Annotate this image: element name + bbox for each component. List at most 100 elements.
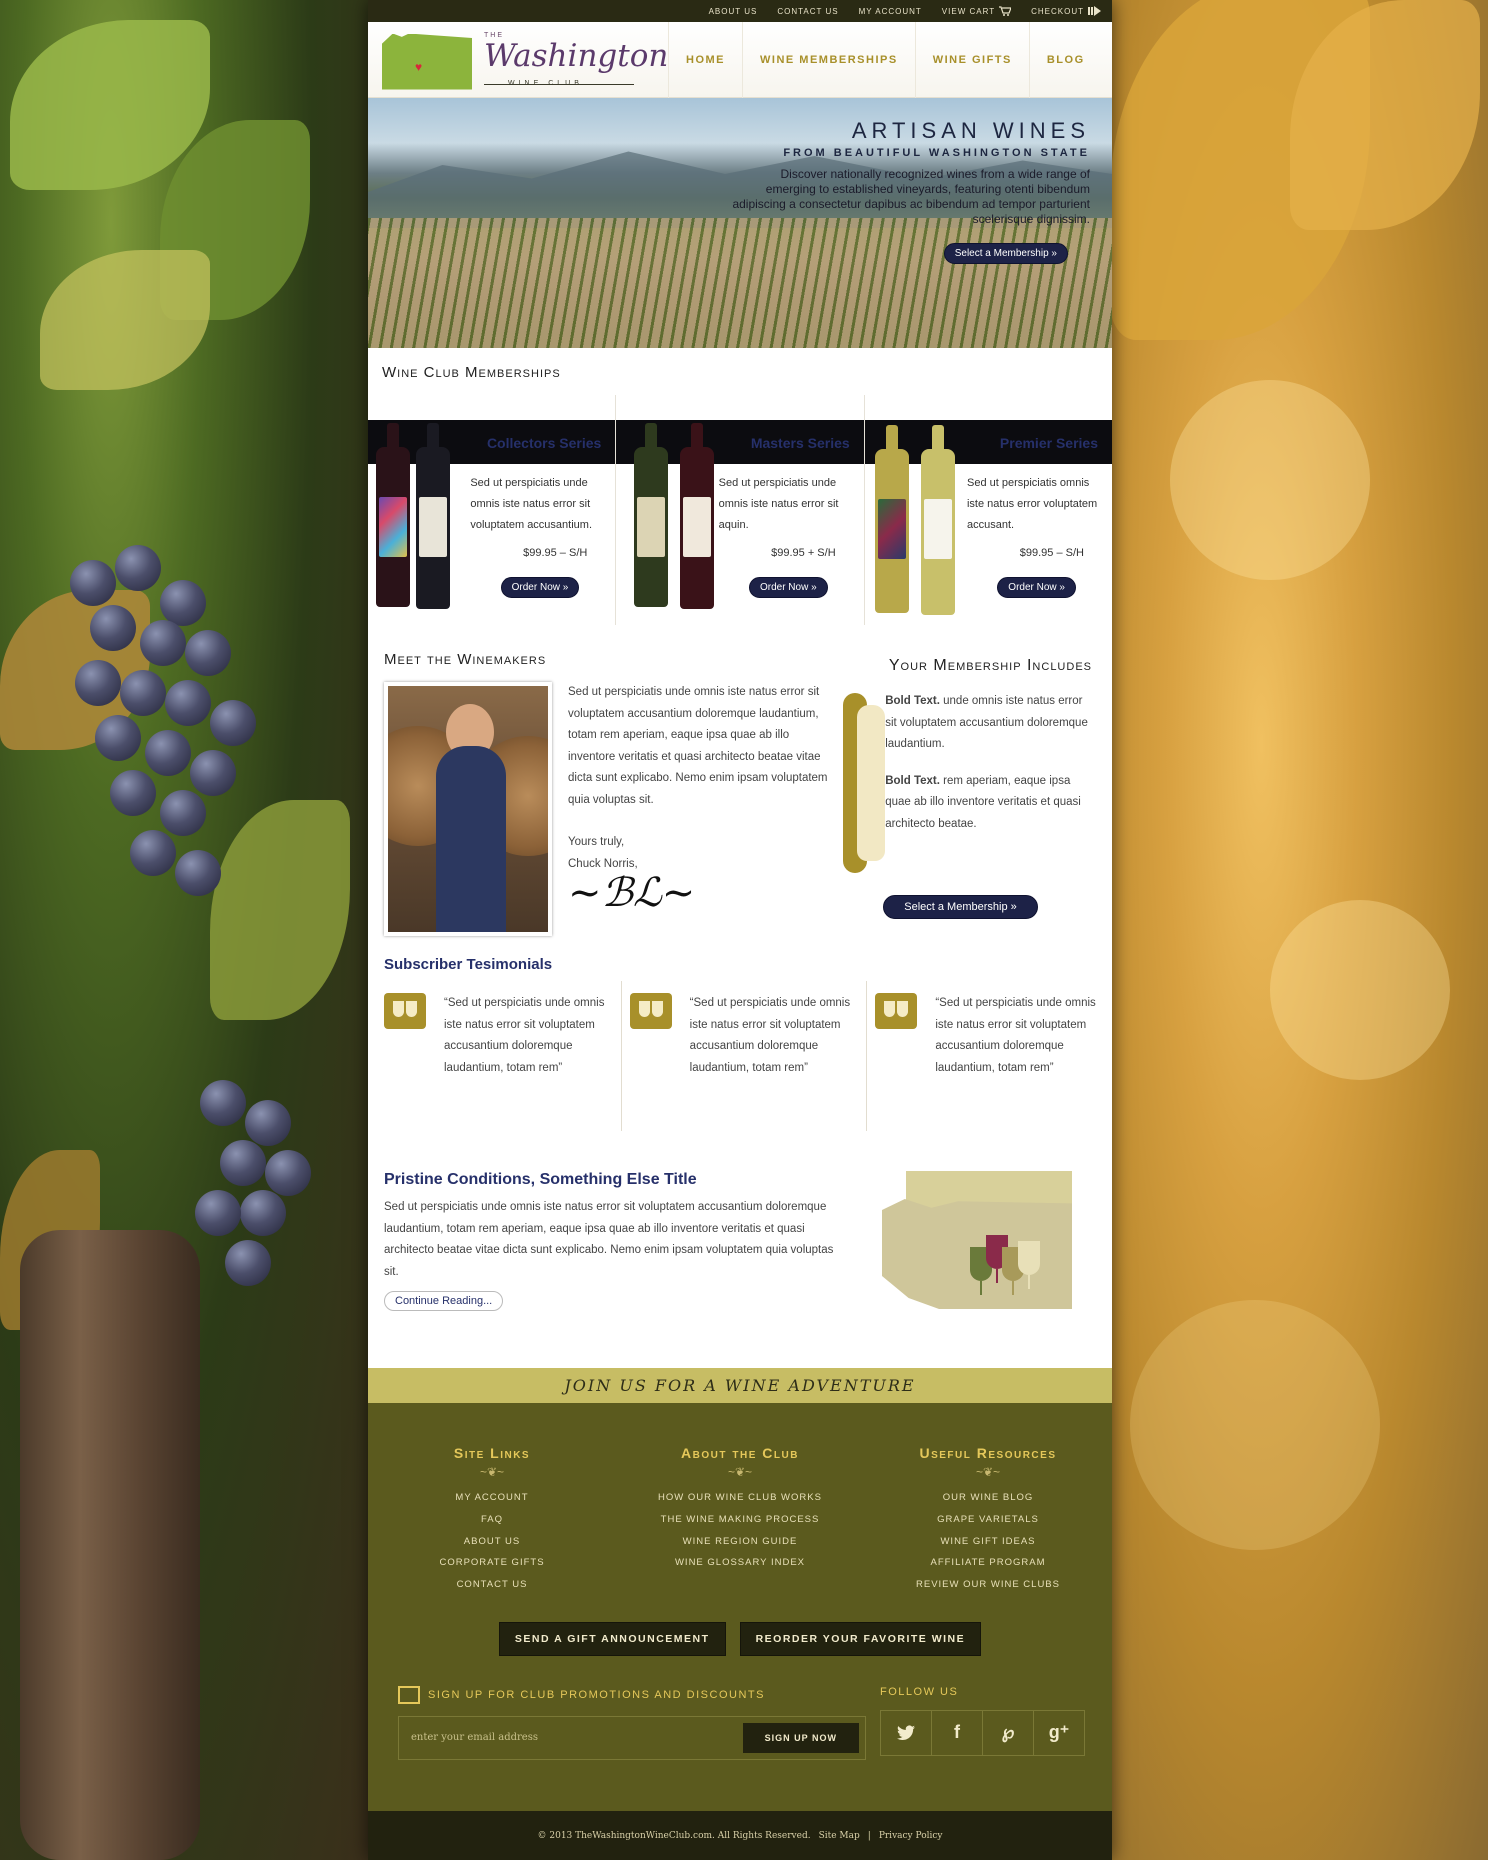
footer-link[interactable]: Corporate Gifts — [368, 1552, 616, 1574]
footer-link[interactable]: Wine Gift Ideas — [864, 1531, 1112, 1553]
nav-wine-gifts[interactable]: Wine Gifts — [914, 21, 1029, 98]
sign-up-button[interactable]: Sign Up Now — [742, 1722, 859, 1753]
pinterest-icon[interactable]: ℘ — [983, 1710, 1034, 1755]
my-account-link[interactable]: My Account — [859, 7, 922, 16]
includes-item-bold: Bold Text. — [885, 774, 940, 787]
copyright-text: © 2013 TheWashingtonWineClub.com. All Ri… — [537, 1830, 811, 1841]
wine-bottle-image — [634, 423, 669, 607]
footer-col-useful-resources: Useful Resources ~❦~ Our Wine Blog Grape… — [864, 1445, 1112, 1596]
cart-icon — [999, 6, 1012, 16]
checkout-link[interactable]: Checkout — [1031, 6, 1102, 16]
memberships-section: Wine Club Memberships Collectors Series … — [368, 348, 1112, 625]
includes-item-bold: Bold Text. — [885, 695, 940, 707]
copyright-bar: © 2013 TheWashingtonWineClub.com. All Ri… — [368, 1811, 1112, 1860]
logo-name: Washington — [484, 37, 669, 74]
google-plus-icon[interactable]: g⁺ — [1034, 1711, 1084, 1755]
email-input[interactable] — [411, 1732, 743, 1744]
signup-label: Sign up for club promotions and discount… — [398, 1685, 866, 1704]
continue-reading-button[interactable]: Continue Reading... — [384, 1291, 504, 1311]
footer-link[interactable]: Wine Glossary Index — [616, 1552, 864, 1574]
footer-col-site-links: Site Links ~❦~ My Account FAQ About Us C… — [368, 1445, 616, 1596]
wine-bottle-image — [416, 423, 450, 609]
winemakers-closing: Yours truly, — [568, 836, 625, 848]
footer-link[interactable]: The Wine Making Process — [616, 1509, 864, 1531]
ornament-icon: ~❦~ — [479, 1465, 505, 1479]
footer-link[interactable]: Contact Us — [368, 1574, 616, 1596]
page-container: About Us Contact Us My Account View Cart… — [368, 0, 1112, 1860]
card-price: $99.95 + S/H — [771, 547, 836, 559]
membership-card-masters: Masters Series Sed ut perspiciatis unde … — [616, 395, 865, 625]
signup-box: Sign Up Now — [398, 1715, 866, 1760]
winemakers-text: Sed ut perspiciatis unde omnis iste natu… — [568, 682, 830, 936]
nav-home[interactable]: Home — [668, 21, 742, 98]
footer-link[interactable]: About Us — [368, 1531, 616, 1553]
footer-link[interactable]: Wine Region Guide — [616, 1531, 864, 1553]
footer-link[interactable]: How Our Wine Club Works — [616, 1487, 864, 1509]
twitter-icon[interactable] — [881, 1710, 932, 1755]
join-text: JOIN US FOR A WINE ADVENTURE — [564, 1376, 916, 1395]
checkout-arrow-icon — [1088, 6, 1101, 16]
order-now-button[interactable]: Order Now » — [748, 577, 828, 598]
footer-link[interactable]: My Account — [368, 1487, 616, 1509]
social-links: f ℘ g⁺ — [880, 1709, 1085, 1756]
send-gift-announcement-button[interactable]: Send a Gift Announcement — [498, 1621, 726, 1656]
facebook-icon[interactable]: f — [932, 1710, 983, 1755]
contact-us-link[interactable]: Contact Us — [777, 7, 838, 16]
checkout-label: Checkout — [1031, 6, 1084, 16]
card-title: Premier Series — [999, 435, 1098, 451]
article-body: Sed ut perspiciatis unde omnis iste natu… — [384, 1201, 834, 1278]
hero-body: Discover nationally recognized wines fro… — [732, 167, 1090, 226]
site-logo[interactable]: ♥ THE Washington WINE CLUB — [368, 22, 668, 98]
includes-text: Bold Text. unde omnis iste natus error s… — [885, 691, 1092, 873]
hero-select-membership-button[interactable]: Select a Membership » — [943, 243, 1068, 264]
wine-bottle-icon — [843, 693, 886, 873]
logo-sub: WINE CLUB — [508, 79, 583, 87]
washington-wine-glasses-illustration — [882, 1171, 1082, 1311]
reorder-wine-button[interactable]: Reorder Your Favorite Wine — [739, 1621, 982, 1656]
about-us-link[interactable]: About Us — [709, 7, 758, 16]
newsletter-signup: Sign up for club promotions and discount… — [398, 1685, 866, 1760]
article-teaser-text: Pristine Conditions, Something Else Titl… — [384, 1171, 844, 1311]
wine-bottle-image — [874, 425, 909, 613]
card-description: Sed ut perspiciatis omnis iste natus err… — [966, 477, 1098, 531]
testimonial-quote: “Sed ut perspiciatis unde omnis iste nat… — [444, 997, 605, 1074]
wine-glasses-icon — [629, 993, 672, 1029]
testimonials-section: Subscriber Tesimonials “Sed ut perspicia… — [368, 956, 1112, 1131]
footer-col-title: About the Club — [681, 1445, 799, 1461]
select-membership-button[interactable]: Select a Membership » — [883, 895, 1038, 919]
footer-link[interactable]: Grape Varietals — [864, 1509, 1112, 1531]
hero-text: ARTISAN WINES FROM BEAUTIFUL WASHINGTON … — [730, 118, 1090, 264]
includes-title: Your Membership Includes — [888, 657, 1092, 674]
article-title[interactable]: Pristine Conditions, Something Else Titl… — [384, 1171, 844, 1189]
join-banner: JOIN US FOR A WINE ADVENTURE — [368, 1368, 1112, 1403]
nav-blog[interactable]: Blog — [1028, 21, 1102, 98]
wine-bottle-image — [680, 423, 715, 609]
vineyard-background-right — [1110, 0, 1488, 1860]
ornament-icon: ~❦~ — [975, 1465, 1001, 1479]
testimonial-item: “Sed ut perspiciatis unde omnis iste nat… — [384, 981, 622, 1131]
order-now-button[interactable]: Order Now » — [997, 577, 1076, 598]
footer-action-buttons: Send a Gift Announcement Reorder Your Fa… — [368, 1621, 1112, 1656]
footer-col-about-club: About the Club ~❦~ How Our Wine Club Wor… — [616, 1445, 864, 1596]
sitemap-link[interactable]: Site Map — [819, 1831, 860, 1841]
includes-body: Bold Text. unde omnis iste natus error s… — [843, 691, 1092, 873]
footer-link[interactable]: Review Our Wine Clubs — [864, 1574, 1112, 1596]
testimonials-row: “Sed ut perspiciatis unde omnis iste nat… — [384, 981, 1112, 1131]
washington-state-icon — [382, 33, 472, 90]
wine-glasses-icon — [875, 993, 918, 1029]
nav-wine-memberships[interactable]: Wine Memberships — [742, 21, 915, 98]
hero-subtitle: FROM BEAUTIFUL WASHINGTON STATE — [783, 147, 1090, 159]
winemakers-section: Meet the Winemakers Sed ut perspiciatis … — [368, 651, 843, 936]
footer-link[interactable]: Our Wine Blog — [864, 1487, 1112, 1509]
main-nav: Home Wine Memberships Wine Gifts Blog — [668, 21, 1112, 98]
privacy-policy-link[interactable]: Privacy Policy — [879, 1831, 943, 1841]
footer-link[interactable]: FAQ — [368, 1509, 616, 1531]
membership-card-collectors: Collectors Series Sed ut perspiciatis un… — [368, 395, 617, 625]
testimonial-quote: “Sed ut perspiciatis unde omnis iste nat… — [935, 997, 1096, 1074]
order-now-button[interactable]: Order Now » — [500, 577, 580, 598]
winemakers-title: Meet the Winemakers — [384, 651, 547, 668]
follow-label: Follow Us — [880, 1685, 959, 1698]
view-cart-link[interactable]: View Cart — [942, 6, 1012, 16]
footer-col-title: Site Links — [453, 1445, 531, 1461]
footer-link[interactable]: Affiliate Program — [864, 1552, 1112, 1574]
